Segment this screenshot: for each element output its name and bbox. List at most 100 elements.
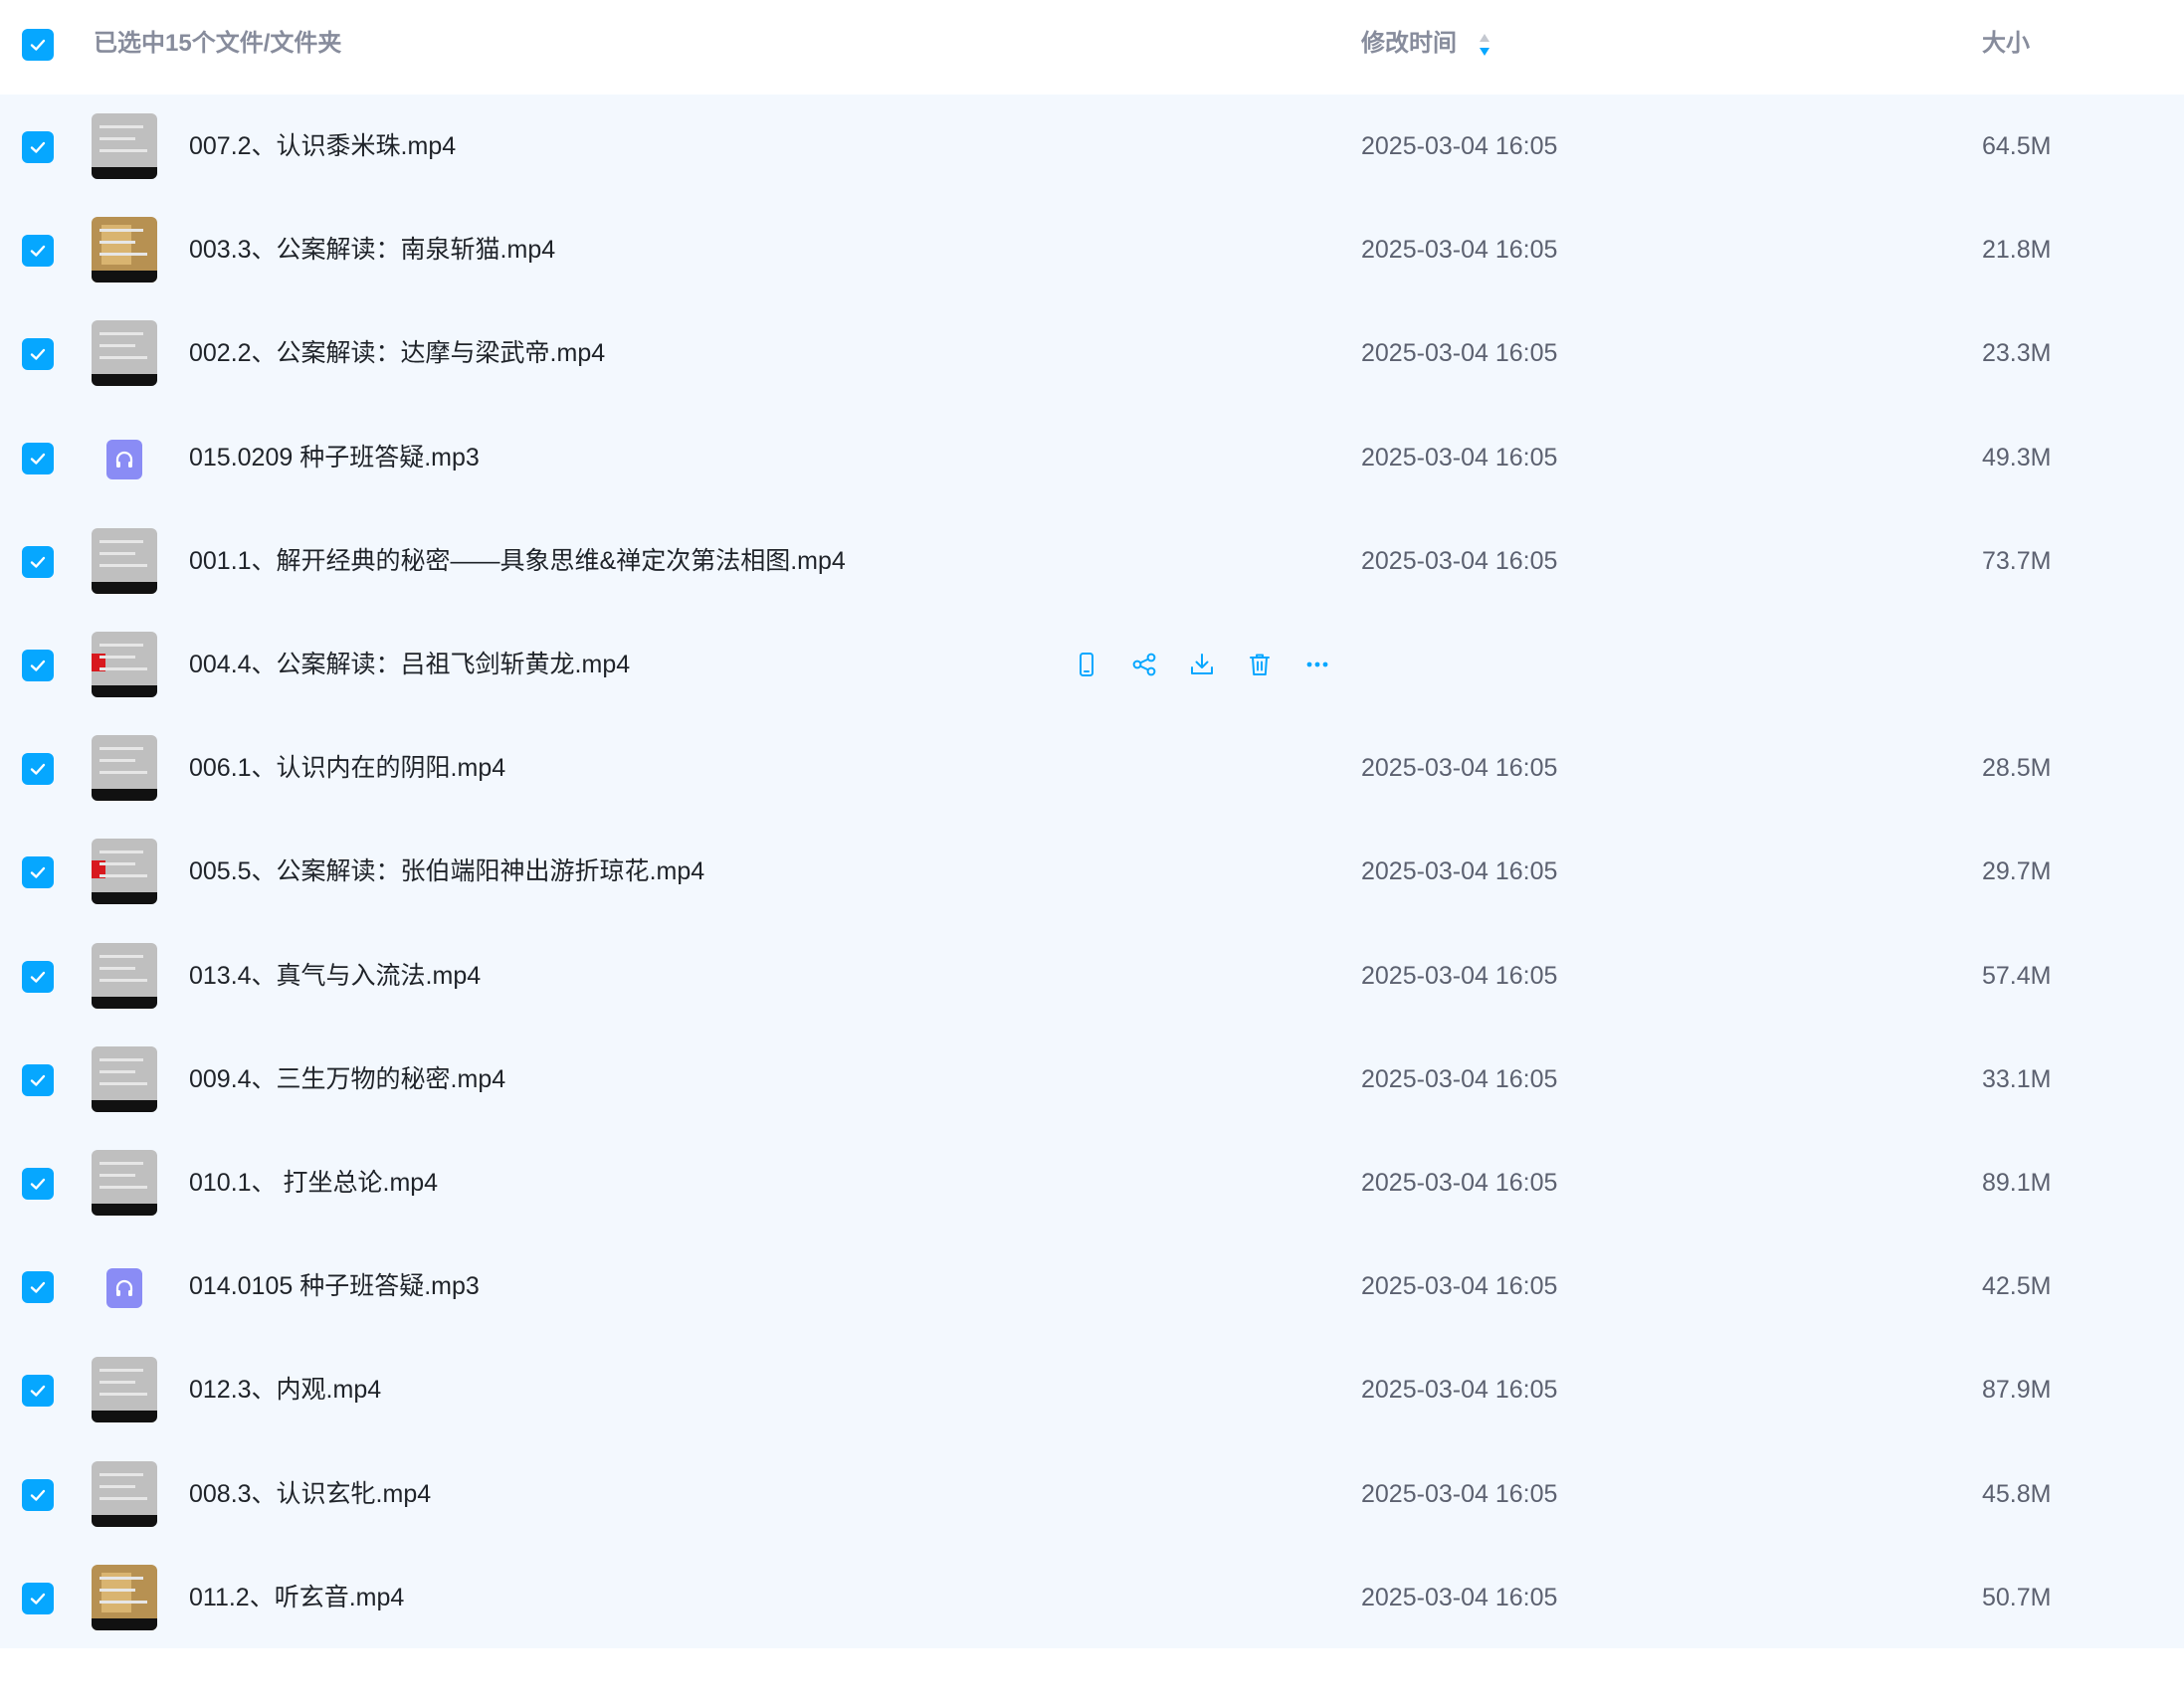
file-size: 64.5M	[1982, 132, 2052, 160]
file-name[interactable]: 001.1、解开经典的秘密——具象思维&禅定次第法相图.mp4	[189, 541, 846, 581]
check-icon	[30, 1074, 46, 1086]
row-checkbox[interactable]	[22, 1479, 54, 1511]
size-column-header[interactable]: 大小	[1982, 24, 2030, 64]
row-checkbox[interactable]	[22, 546, 54, 578]
row-actions	[1069, 647, 1335, 682]
file-row[interactable]: 006.1、认识内在的阴阳.mp4 2025-03-04 16:05 28.5M	[0, 716, 2184, 820]
row-checkbox[interactable]	[22, 443, 54, 474]
file-row[interactable]: 007.2、认识黍米珠.mp4 2025-03-04 16:05 64.5M	[0, 94, 2184, 198]
row-checkbox[interactable]	[22, 338, 54, 370]
file-row[interactable]: 013.4、真气与入流法.mp4 2025-03-04 16:05 57.4M	[0, 924, 2184, 1028]
video-thumbnail	[92, 320, 157, 386]
file-row[interactable]: 004.4、公案解读：吕祖飞剑斩黄龙.mp4	[0, 613, 2184, 716]
check-icon	[30, 1489, 46, 1501]
headphones-icon	[115, 451, 133, 468]
file-modified-time: 2025-03-04 16:05	[1361, 444, 1558, 472]
file-name[interactable]: 006.1、认识内在的阴阳.mp4	[189, 748, 505, 788]
file-row[interactable]: 002.2、公案解读：达摩与梁武帝.mp4 2025-03-04 16:05 2…	[0, 301, 2184, 405]
file-size: 28.5M	[1982, 754, 2052, 782]
check-icon	[30, 39, 46, 51]
video-thumbnail	[92, 735, 157, 801]
check-icon	[30, 866, 46, 878]
file-modified-time: 2025-03-04 16:05	[1361, 132, 1558, 160]
row-checkbox[interactable]	[22, 1583, 54, 1614]
video-thumbnail	[92, 839, 157, 904]
file-row[interactable]: 005.5、公案解读：张伯端阳神出游折琼花.mp4 2025-03-04 16:…	[0, 820, 2184, 923]
file-name[interactable]: 010.1、 打坐总论.mp4	[189, 1163, 438, 1203]
file-name[interactable]: 015.0209 种子班答疑.mp3	[189, 438, 480, 477]
file-row[interactable]: 003.3、公案解读：南泉斩猫.mp4 2025-03-04 16:05 21.…	[0, 198, 2184, 301]
file-name[interactable]: 008.3、认识玄牝.mp4	[189, 1474, 431, 1514]
modified-time-column-header[interactable]: 修改时间	[1361, 24, 1457, 64]
file-size: 45.8M	[1982, 1480, 2052, 1508]
file-name[interactable]: 014.0105 种子班答疑.mp3	[189, 1266, 480, 1306]
file-name[interactable]: 004.4、公案解读：吕祖飞剑斩黄龙.mp4	[189, 645, 630, 684]
file-size: 89.1M	[1982, 1169, 2052, 1197]
check-icon	[30, 971, 46, 983]
row-checkbox[interactable]	[22, 131, 54, 163]
check-icon	[30, 1593, 46, 1605]
file-name[interactable]: 011.2、听玄音.mp4	[189, 1578, 404, 1617]
file-size: 33.1M	[1982, 1065, 2052, 1093]
check-icon	[30, 1178, 46, 1190]
check-icon	[30, 556, 46, 568]
row-checkbox[interactable]	[22, 1375, 54, 1407]
video-thumbnail	[92, 1357, 157, 1422]
file-row[interactable]: 015.0209 种子班答疑.mp3 2025-03-04 16:05 49.3…	[0, 406, 2184, 509]
check-icon	[30, 660, 46, 671]
headphones-icon	[115, 1279, 133, 1296]
file-row[interactable]: 014.0105 种子班答疑.mp3 2025-03-04 16:05 42.5…	[0, 1234, 2184, 1338]
file-size: 23.3M	[1982, 339, 2052, 367]
file-row[interactable]: 009.4、三生万物的秘密.mp4 2025-03-04 16:05 33.1M	[0, 1028, 2184, 1131]
video-thumbnail	[92, 1046, 157, 1112]
file-row[interactable]: 010.1、 打坐总论.mp4 2025-03-04 16:05 89.1M	[0, 1131, 2184, 1234]
row-checkbox[interactable]	[22, 1064, 54, 1096]
check-icon	[30, 763, 46, 775]
file-name[interactable]: 005.5、公案解读：张伯端阳神出游折琼花.mp4	[189, 851, 704, 891]
file-modified-time: 2025-03-04 16:05	[1361, 1065, 1558, 1093]
row-checkbox[interactable]	[22, 961, 54, 993]
video-thumbnail	[92, 1461, 157, 1527]
sort-icon[interactable]	[1475, 31, 1494, 59]
row-checkbox[interactable]	[22, 753, 54, 785]
file-size: 50.7M	[1982, 1584, 2052, 1611]
file-row[interactable]: 012.3、内观.mp4 2025-03-04 16:05 87.9M	[0, 1338, 2184, 1441]
more-icon[interactable]	[1299, 647, 1335, 682]
row-checkbox[interactable]	[22, 650, 54, 681]
selected-count-label: 已选中15个文件/文件夹	[94, 30, 342, 57]
file-size: 87.9M	[1982, 1376, 2052, 1404]
row-checkbox[interactable]	[22, 1271, 54, 1303]
phone-icon[interactable]	[1069, 647, 1104, 682]
file-name[interactable]: 013.4、真气与入流法.mp4	[189, 956, 481, 996]
file-modified-time: 2025-03-04 16:05	[1361, 1584, 1558, 1611]
video-thumbnail	[92, 217, 157, 283]
row-checkbox[interactable]	[22, 235, 54, 267]
file-name[interactable]: 009.4、三生万物的秘密.mp4	[189, 1059, 505, 1099]
row-checkbox[interactable]	[22, 1168, 54, 1200]
file-size: 49.3M	[1982, 444, 2052, 472]
file-row[interactable]: 011.2、听玄音.mp4 2025-03-04 16:05 50.7M	[0, 1546, 2184, 1649]
row-checkbox[interactable]	[22, 856, 54, 888]
file-name[interactable]: 007.2、认识黍米珠.mp4	[189, 126, 456, 166]
check-icon	[30, 1281, 46, 1293]
delete-icon[interactable]	[1242, 647, 1278, 682]
file-modified-time: 2025-03-04 16:05	[1361, 857, 1558, 885]
download-icon[interactable]	[1184, 647, 1220, 682]
share-icon[interactable]	[1126, 647, 1162, 682]
video-thumbnail	[92, 1150, 157, 1216]
check-icon	[30, 453, 46, 465]
file-name[interactable]: 012.3、内观.mp4	[189, 1370, 381, 1410]
file-row[interactable]: 008.3、认识玄牝.mp4 2025-03-04 16:05 45.8M	[0, 1442, 2184, 1546]
video-thumbnail	[92, 528, 157, 594]
check-icon	[30, 1385, 46, 1397]
file-size: 29.7M	[1982, 857, 2052, 885]
file-row[interactable]: 001.1、解开经典的秘密——具象思维&禅定次第法相图.mp4 2025-03-…	[0, 509, 2184, 613]
select-all-checkbox[interactable]	[22, 29, 54, 61]
audio-file-icon	[106, 1268, 142, 1308]
file-modified-time: 2025-03-04 16:05	[1361, 754, 1558, 782]
file-name[interactable]: 003.3、公案解读：南泉斩猫.mp4	[189, 230, 555, 270]
file-size: 42.5M	[1982, 1272, 2052, 1300]
video-thumbnail	[92, 943, 157, 1009]
file-list: 007.2、认识黍米珠.mp4 2025-03-04 16:05 64.5M 0…	[0, 94, 2184, 1648]
file-name[interactable]: 002.2、公案解读：达摩与梁武帝.mp4	[189, 333, 605, 373]
